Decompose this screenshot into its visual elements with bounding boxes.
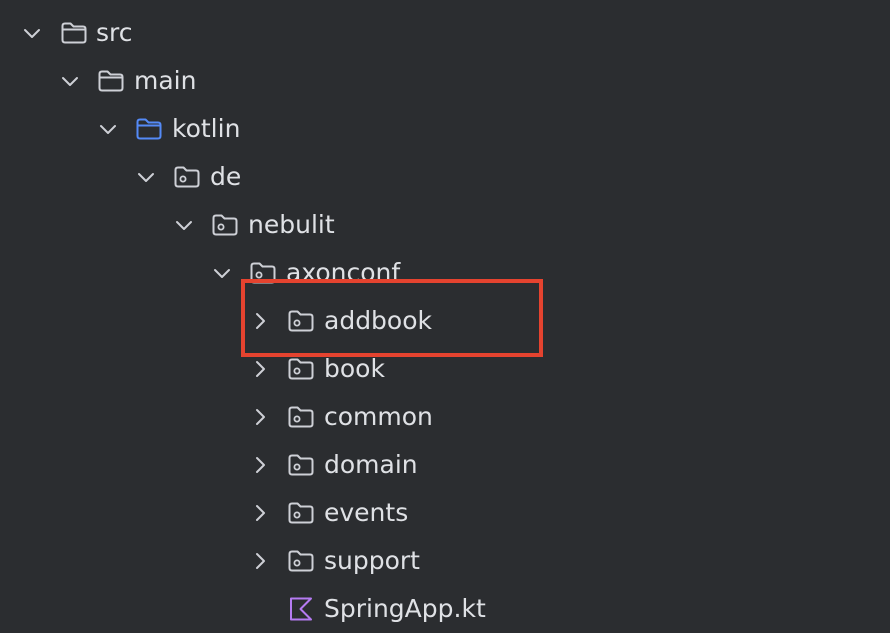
tree-item-label: book: [324, 354, 385, 383]
tree-item-label: main: [134, 66, 197, 95]
tree-item-label: events: [324, 498, 409, 527]
tree-item-common[interactable]: common: [0, 393, 890, 441]
tree-item-events[interactable]: events: [0, 489, 890, 537]
tree-item-kotlin[interactable]: kotlin: [0, 105, 890, 153]
tree-item-addbook[interactable]: addbook: [0, 297, 890, 345]
package-folder-icon: [250, 262, 276, 284]
chevron-right-icon[interactable]: [250, 407, 270, 427]
kotlin-file-icon: [290, 597, 312, 621]
tree-item-label: domain: [324, 450, 418, 479]
package-folder-icon: [174, 166, 200, 188]
folder-icon: [98, 70, 124, 92]
chevron-down-icon[interactable]: [212, 263, 232, 283]
tree-item-main[interactable]: main: [0, 57, 890, 105]
tree-item-label: src: [96, 18, 133, 47]
tree-item-springapp-kt[interactable]: SpringApp.kt: [0, 585, 890, 633]
chevron-right-icon[interactable]: [250, 455, 270, 475]
tree-item-nebulit[interactable]: nebulit: [0, 201, 890, 249]
tree-item-label: SpringApp.kt: [324, 594, 486, 623]
package-folder-icon: [288, 310, 314, 332]
source-root-folder-icon: [136, 118, 162, 140]
tree-item-label: kotlin: [172, 114, 241, 143]
tree-item-label: addbook: [324, 306, 432, 335]
package-folder-icon: [212, 214, 238, 236]
chevron-down-icon[interactable]: [60, 71, 80, 91]
chevron-right-icon[interactable]: [250, 311, 270, 331]
tree-item-domain[interactable]: domain: [0, 441, 890, 489]
folder-icon: [61, 22, 87, 44]
chevron-down-icon[interactable]: [98, 119, 118, 139]
package-folder-icon: [288, 358, 314, 380]
tree-item-axonconf[interactable]: axonconf: [0, 249, 890, 297]
tree-item-label: common: [324, 402, 433, 431]
package-folder-icon: [288, 406, 314, 428]
chevron-down-icon[interactable]: [174, 215, 194, 235]
chevron-down-icon[interactable]: [22, 23, 42, 43]
project-tree: src main kotlin de nebulit axonconf addb…: [0, 0, 890, 630]
chevron-down-icon[interactable]: [136, 167, 156, 187]
chevron-right-icon[interactable]: [250, 551, 270, 571]
tree-item-label: support: [324, 546, 420, 575]
tree-item-book[interactable]: book: [0, 345, 890, 393]
tree-item-de[interactable]: de: [0, 153, 890, 201]
package-folder-icon: [288, 454, 314, 476]
package-folder-icon: [288, 502, 314, 524]
chevron-right-icon[interactable]: [250, 503, 270, 523]
tree-item-src[interactable]: src: [0, 9, 890, 57]
tree-item-label: axonconf: [286, 258, 401, 287]
package-folder-icon: [288, 550, 314, 572]
tree-item-label: nebulit: [248, 210, 335, 239]
tree-item-support[interactable]: support: [0, 537, 890, 585]
chevron-right-icon[interactable]: [250, 359, 270, 379]
tree-item-label: de: [210, 162, 242, 191]
